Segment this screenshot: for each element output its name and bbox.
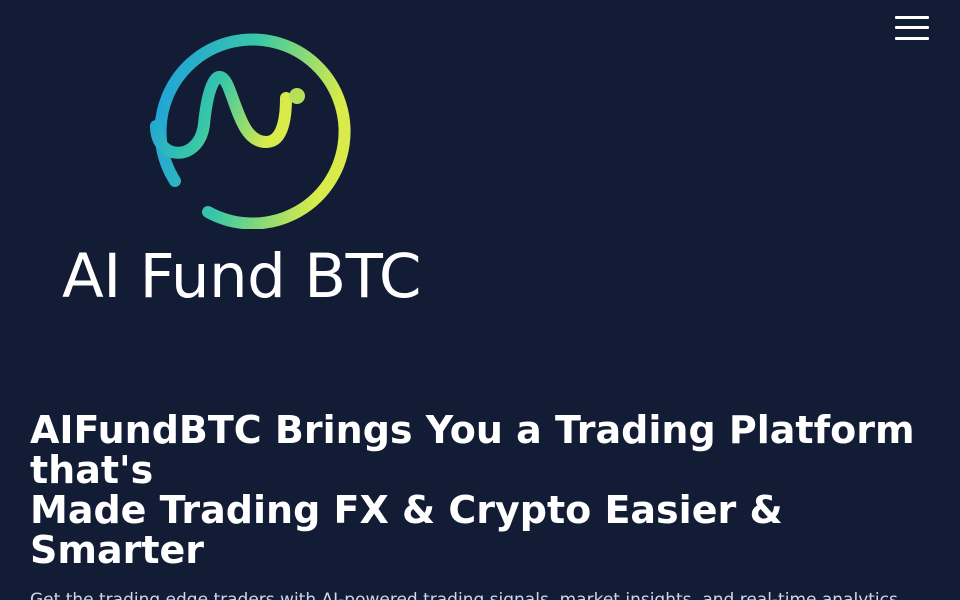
hero-headline-line-1: AIFundBTC Brings You a Trading Platform …	[30, 408, 915, 492]
ai-logo-icon	[150, 33, 351, 229]
hero-subtext: Get the trading edge traders with AI-pow…	[30, 590, 898, 600]
brand-name: AI Fund BTC	[62, 241, 421, 312]
hero-headline: AIFundBTC Brings You a Trading Platform …	[30, 410, 930, 570]
landing-page: AI Fund BTC AIFundBTC Brings You a Tradi…	[0, 0, 960, 600]
hamburger-menu-button[interactable]	[892, 14, 932, 44]
hero-headline-line-2: Made Trading FX & Crypto Easier & Smarte…	[30, 488, 783, 572]
menu-bar-icon	[895, 37, 929, 40]
menu-bar-icon	[895, 16, 929, 19]
menu-bar-icon	[895, 26, 929, 29]
